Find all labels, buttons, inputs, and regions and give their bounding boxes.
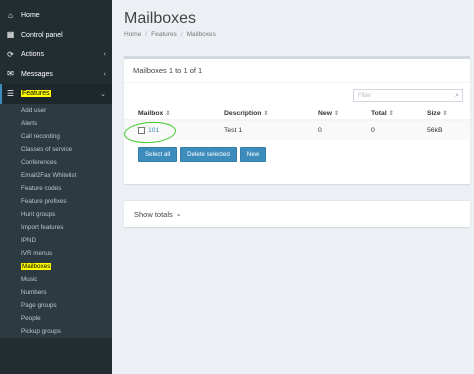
total-cell: 0 <box>371 127 375 134</box>
sort-icon: ⇕ <box>263 110 269 117</box>
sidebar-item-features[interactable]: ☰ Features ⌄ <box>0 84 112 104</box>
submenu-item-add-user[interactable]: Add user <box>0 104 112 117</box>
chevron-left-icon: ‹ <box>103 51 106 59</box>
breadcrumb-features[interactable]: Features <box>151 31 177 38</box>
column-header-size[interactable]: Size ⇕ <box>427 107 448 119</box>
select-all-button[interactable]: Select all <box>138 147 178 162</box>
submenu-item-call-recording[interactable]: Call recording <box>0 130 112 143</box>
sidebar-item-label: Features <box>21 90 51 98</box>
submenu-item-pickup-groups[interactable]: Pickup groups <box>0 325 112 338</box>
breadcrumb-separator: / <box>180 31 183 38</box>
submenu-item-people[interactable]: People <box>0 312 112 325</box>
table-header: Mailbox ⇕ Description ⇕ New ⇕ Total ⇕ Size ⇕ <box>124 107 470 121</box>
list-icon: ☰ <box>6 88 15 98</box>
column-header-new[interactable]: New ⇕ <box>318 107 339 119</box>
submenu-item-page-groups[interactable]: Page groups <box>0 299 112 312</box>
submenu-item-ipnd[interactable]: IPND <box>0 234 112 247</box>
sidebar-item-label: Home <box>21 12 40 20</box>
submenu-item-mailboxes[interactable]: Mailboxes <box>0 260 112 273</box>
main-content: Mailboxes Home / Features / Mailboxes Ma… <box>112 0 474 374</box>
chevron-down-icon: ⌄ <box>175 211 182 218</box>
submenu-item-music[interactable]: Music <box>0 273 112 286</box>
column-header-total[interactable]: Total ⇕ <box>371 107 394 119</box>
submenu-item-ivr-menus[interactable]: IVR menus <box>0 247 112 260</box>
sidebar-item-messages[interactable]: ✉ Messages ‹ <box>0 65 112 85</box>
breadcrumb-current: Mailboxes <box>186 31 216 38</box>
box-header: Mailboxes 1 to 1 of 1 <box>124 59 470 83</box>
mailbox-link[interactable]: 101 <box>148 127 159 134</box>
sidebar-item-control-panel[interactable]: ▦ Control panel <box>0 26 112 46</box>
sidebar: ⌂ Home ▦ Control panel ⟳ Actions ‹ ✉ Mes… <box>0 0 112 374</box>
new-cell: 0 <box>318 127 322 134</box>
sidebar-item-label: Actions <box>21 51 44 59</box>
submenu-item-feature-prefixes[interactable]: Feature prefixes <box>0 195 112 208</box>
submenu-item-email2fax-whitelist[interactable]: Email2Fax Whitelist <box>0 169 112 182</box>
breadcrumb: Home / Features / Mailboxes <box>124 31 216 38</box>
control-panel-icon: ▦ <box>6 30 15 40</box>
column-header-mailbox[interactable]: Mailbox ⇕ <box>138 107 170 119</box>
mailbox-cell: 101 <box>138 121 159 140</box>
submenu-item-classes-of-service[interactable]: Classes of service <box>0 143 112 156</box>
submenu-item-alerts[interactable]: Alerts <box>0 117 112 130</box>
sidebar-item-home[interactable]: ⌂ Home <box>0 6 112 26</box>
sort-icon: ⇕ <box>165 110 171 117</box>
row-checkbox[interactable] <box>138 127 145 134</box>
new-button[interactable]: New <box>239 147 267 162</box>
sort-icon: ⇕ <box>388 110 394 117</box>
submenu-item-label: Mailboxes <box>21 262 52 270</box>
column-header-description[interactable]: Description ⇕ <box>224 107 268 119</box>
submenu-item-hunt-groups[interactable]: Hunt groups <box>0 208 112 221</box>
sort-icon: ⇕ <box>333 110 340 117</box>
table-row: 101 Test 1 0 0 56kB <box>124 121 470 140</box>
search-icon: ⌕ <box>455 92 459 99</box>
submenu-item-numbers[interactable]: Numbers <box>0 286 112 299</box>
breadcrumb-home[interactable]: Home <box>124 31 141 38</box>
chevron-down-icon: ⌄ <box>100 90 106 98</box>
refresh-icon: ⟳ <box>7 49 14 59</box>
search-input[interactable]: Filter ⌕ <box>353 89 463 102</box>
submenu-item-import-features[interactable]: Import features <box>0 221 112 234</box>
submenu-item-feature-codes[interactable]: Feature codes <box>0 182 112 195</box>
action-buttons: Select all Delete selected New <box>138 147 267 162</box>
delete-selected-button[interactable]: Delete selected <box>180 147 237 162</box>
envelope-icon: ✉ <box>7 69 14 79</box>
size-cell: 56kB <box>427 127 443 134</box>
sidebar-item-actions[interactable]: ⟳ Actions ‹ <box>0 45 112 65</box>
search-placeholder: Filter <box>358 92 372 99</box>
features-submenu: Add user Alerts Call recording Classes o… <box>0 103 112 338</box>
show-totals-toggle[interactable]: Show totals ⌄ <box>124 200 470 227</box>
sidebar-item-label: Messages <box>21 70 53 78</box>
mailboxes-box: Mailboxes 1 to 1 of 1 Filter ⌕ Mailbox ⇕ … <box>124 56 470 184</box>
sidebar-item-label: Control panel <box>21 31 63 39</box>
home-icon: ⌂ <box>8 10 13 20</box>
mailboxes-table: Mailbox ⇕ Description ⇕ New ⇕ Total ⇕ Size ⇕ … <box>124 107 470 140</box>
page-title: Mailboxes <box>124 10 197 27</box>
description-cell: Test 1 <box>224 127 243 134</box>
chevron-left-icon: ‹ <box>103 70 106 78</box>
sort-icon: ⇕ <box>442 110 448 117</box>
submenu-item-conferences[interactable]: Conferences <box>0 156 112 169</box>
show-totals-label: Show totals <box>134 209 173 219</box>
breadcrumb-separator: / <box>145 31 148 38</box>
